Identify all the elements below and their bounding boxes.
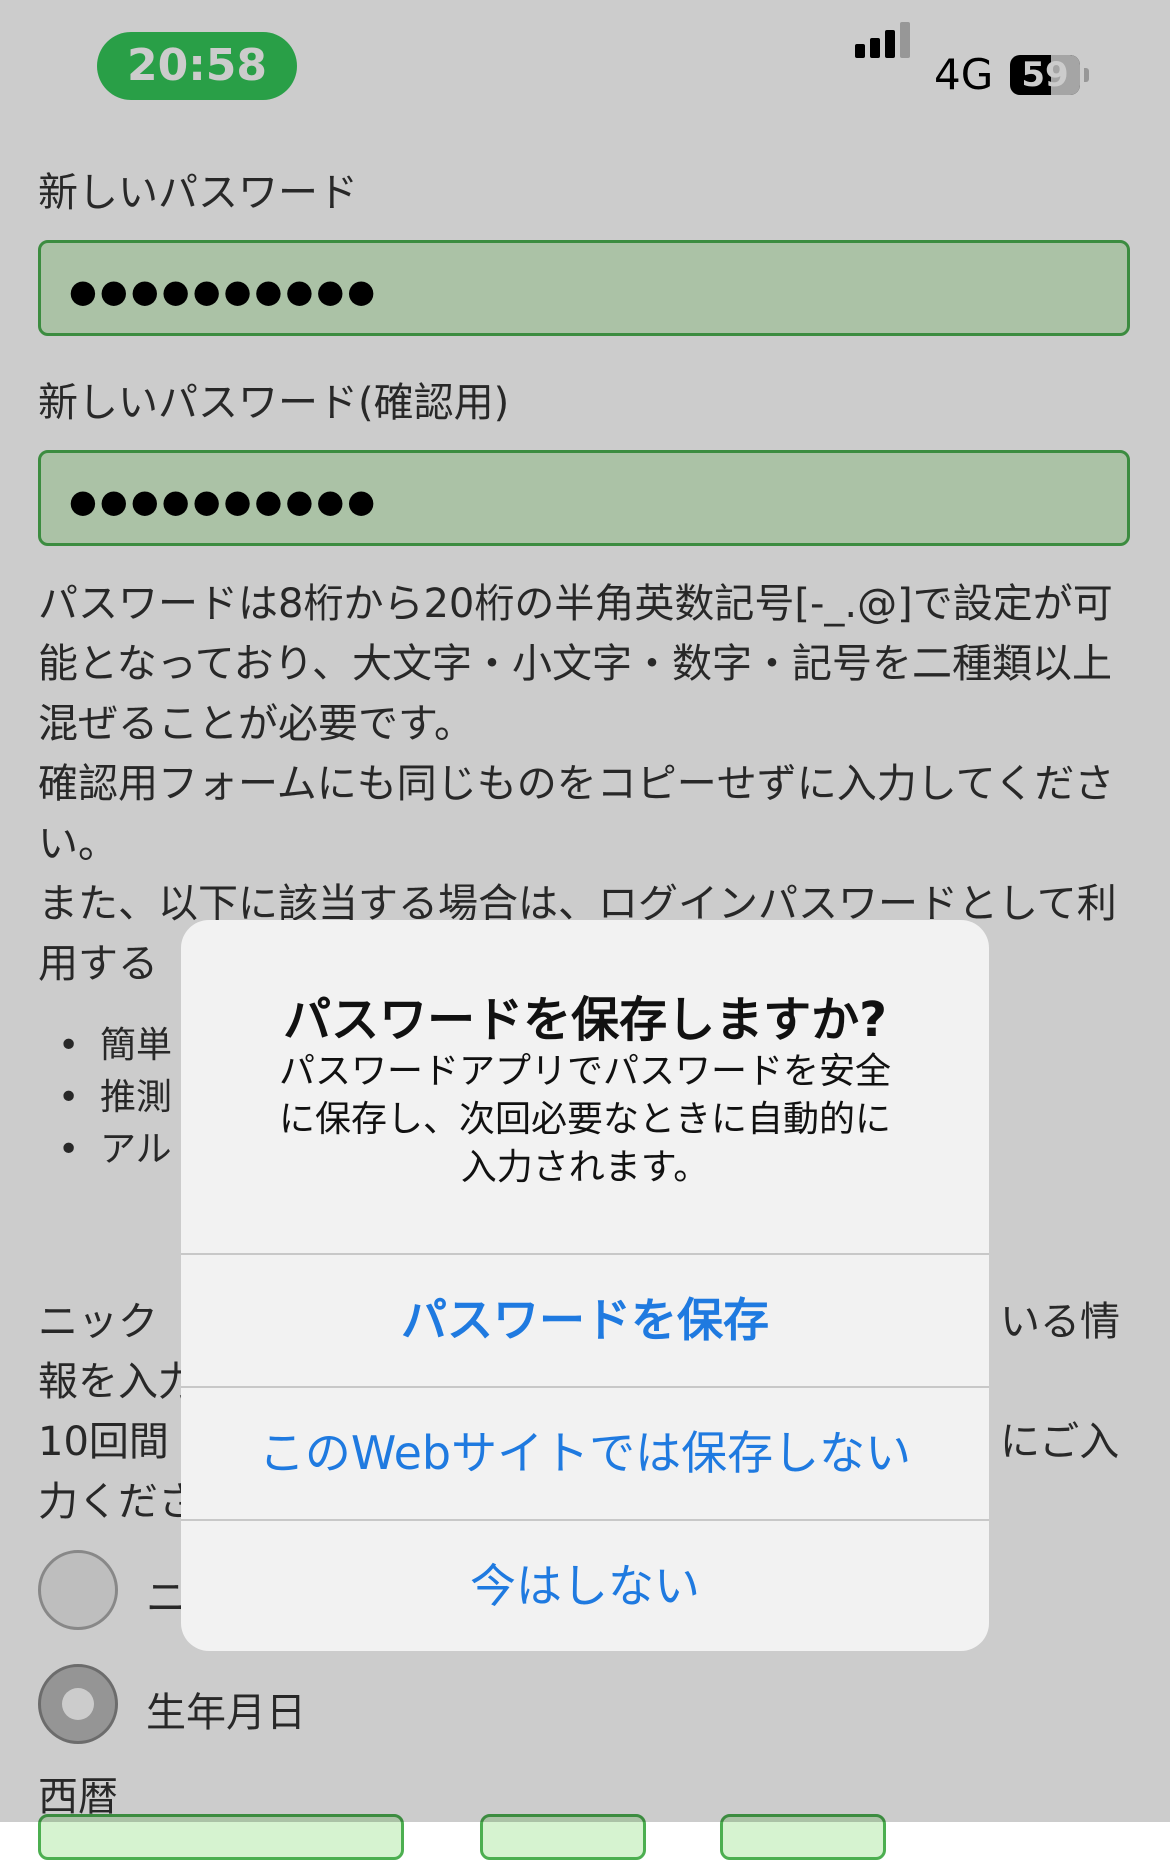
never-save-button[interactable]: このWebサイトでは保存しない (181, 1386, 989, 1518)
save-password-button[interactable]: パスワードを保存 (181, 1253, 989, 1385)
alert-message: パスワードアプリでパスワードを安全に保存し、次回必要なときに自動的に入力されます… (278, 1051, 891, 1188)
page: 20:58 4G 59 新しいパスワード ●●●●●●●●●● 新しいパスワード… (0, 0, 1170, 1860)
alert-title: パスワードを保存しますか? (283, 992, 887, 1048)
not-now-button[interactable]: 今はしない (181, 1519, 989, 1651)
save-password-alert: パスワードを保存しますか? パスワードアプリでパスワードを安全に保存し、次回必要… (181, 920, 989, 1651)
